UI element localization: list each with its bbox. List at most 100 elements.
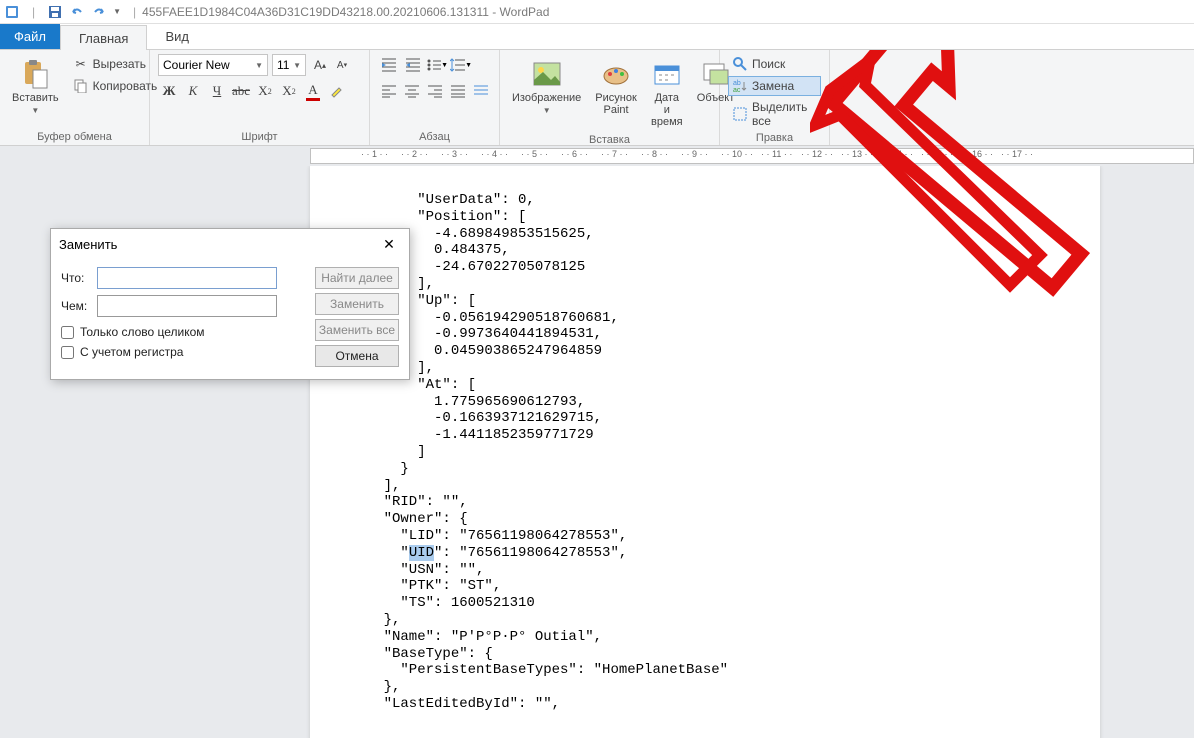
qat-separator-2: |	[133, 5, 136, 19]
paste-dropdown-icon: ▼	[31, 106, 39, 115]
dialog-title: Заменить	[59, 237, 117, 252]
ribbon: Вставить ▼ ✂ Вырезать Копировать Буфер о…	[0, 50, 1194, 146]
datetime-button[interactable]: Дата и время	[647, 54, 687, 132]
title-bar: | ▼ | 455FAEE1D1984C04A36D31C19DD43218.0…	[0, 0, 1194, 24]
ruler-mark: · · 5 · ·	[521, 149, 548, 159]
dialog-close-button[interactable]: ✕	[377, 232, 401, 256]
replace-with-input[interactable]	[97, 295, 277, 317]
selectall-icon	[732, 106, 748, 122]
replace-label: Замена	[752, 79, 794, 93]
file-tab[interactable]: Файл	[0, 24, 60, 49]
font-name-value: Courier New	[163, 58, 230, 72]
cut-button[interactable]: ✂ Вырезать	[69, 54, 162, 74]
align-left-button[interactable]	[378, 80, 399, 102]
increase-indent-button[interactable]	[402, 54, 424, 76]
paste-button[interactable]: Вставить ▼	[8, 54, 63, 119]
bold-button[interactable]: Ж	[158, 80, 180, 102]
bullets-button[interactable]: ▼	[426, 54, 448, 76]
whole-word-checkbox[interactable]	[61, 326, 74, 339]
replace-with-label: Чем:	[61, 299, 97, 313]
ruler-mark: · · 15 · ·	[921, 149, 953, 159]
find-what-label: Что:	[61, 271, 97, 285]
align-right-button[interactable]	[424, 80, 445, 102]
ruler-mark: · · 2 · ·	[401, 149, 428, 159]
paint-icon	[600, 58, 632, 90]
ruler-mark: · · 4 · ·	[481, 149, 508, 159]
document-text[interactable]: "UserData": 0, "Position": [ -4.68984985…	[350, 192, 1060, 713]
paint-button[interactable]: Рисунок Paint	[591, 54, 641, 120]
cancel-button[interactable]: Отмена	[315, 345, 399, 367]
copy-button[interactable]: Копировать	[69, 76, 162, 96]
find-label: Поиск	[752, 57, 785, 71]
ruler-mark: · · 10 · ·	[721, 149, 753, 159]
align-center-button[interactable]	[401, 80, 422, 102]
ruler-mark: · · 16 · ·	[961, 149, 993, 159]
ruler-mark: · · 12 · ·	[801, 149, 833, 159]
grow-font-button[interactable]: A▴	[310, 54, 330, 76]
find-next-button[interactable]: Найти далее	[315, 267, 399, 289]
line-spacing-button[interactable]: ▼	[450, 54, 472, 76]
font-size-value: 11	[277, 58, 289, 72]
save-icon[interactable]	[47, 4, 63, 20]
decrease-indent-button[interactable]	[378, 54, 400, 76]
paint-label: Рисунок Paint	[595, 92, 637, 116]
paste-label: Вставить	[12, 92, 59, 104]
font-color-button[interactable]: A	[302, 80, 324, 102]
whole-word-label: Только слово целиком	[80, 325, 205, 339]
svg-text:ab: ab	[733, 80, 741, 87]
ruler-mark: · · 9 · ·	[681, 149, 708, 159]
undo-icon[interactable]	[69, 4, 85, 20]
dialog-titlebar[interactable]: Заменить ✕	[51, 229, 409, 259]
replace-all-button[interactable]: Заменить все	[315, 319, 399, 341]
home-tab[interactable]: Главная	[60, 25, 147, 50]
ruler-mark: · · 14 · ·	[881, 149, 913, 159]
paragraph-group: ▼ ▼ Абзац	[370, 50, 500, 145]
paste-icon	[19, 58, 51, 90]
replace-dialog: Заменить ✕ Что: Чем: Только слово целико…	[50, 228, 410, 380]
underline-button[interactable]: Ч	[206, 80, 228, 102]
page[interactable]: "UserData": 0, "Position": [ -4.68984985…	[310, 166, 1100, 738]
cut-label: Вырезать	[93, 57, 146, 71]
replace-one-button[interactable]: Заменить	[315, 293, 399, 315]
font-color-swatch	[306, 98, 320, 101]
replace-icon: abac	[732, 78, 748, 94]
insert-title: Вставка	[508, 132, 711, 146]
find-what-input[interactable]	[97, 267, 277, 289]
selectall-label: Выделить все	[752, 100, 817, 128]
ribbon-tabs: Файл Главная Вид	[0, 24, 1194, 50]
subscript-button[interactable]: X2	[254, 80, 276, 102]
find-button[interactable]: Поиск	[728, 54, 821, 74]
copy-icon	[73, 78, 89, 94]
ruler-mark: · · 7 · ·	[601, 149, 628, 159]
chevron-down-icon: ▼	[293, 61, 301, 70]
font-title: Шрифт	[158, 129, 361, 143]
chevron-down-icon: ▼	[255, 61, 263, 70]
selectall-button[interactable]: Выделить все	[728, 98, 821, 130]
find-icon	[732, 56, 748, 72]
ruler[interactable]: · · 3 · ·· · 2 · ·· · 1 · ·· · 1 · ·· · …	[310, 148, 1194, 164]
font-size-dropdown[interactable]: 11 ▼	[272, 54, 306, 76]
ruler-mark: · · 17 · ·	[1001, 149, 1033, 159]
cut-icon: ✂	[73, 56, 89, 72]
highlight-button[interactable]	[326, 80, 348, 102]
qat-dropdown-icon[interactable]: ▼	[113, 7, 121, 16]
replace-button[interactable]: abac Замена	[728, 76, 821, 96]
superscript-button[interactable]: X2	[278, 80, 300, 102]
strike-button[interactable]: abc	[230, 80, 252, 102]
italic-button[interactable]: К	[182, 80, 204, 102]
image-label: Изображение	[512, 92, 581, 104]
paragraph-dialog-button[interactable]	[470, 80, 491, 102]
clipboard-title: Буфер обмена	[8, 129, 141, 143]
qat-separator: |	[32, 5, 35, 19]
quick-access-toolbar: | ▼ |	[4, 4, 142, 20]
image-icon	[531, 58, 563, 90]
view-tab[interactable]: Вид	[147, 24, 208, 49]
svg-text:ac: ac	[733, 87, 741, 94]
match-case-checkbox[interactable]	[61, 346, 74, 359]
image-button[interactable]: Изображение ▼	[508, 54, 585, 119]
editing-title: Правка	[728, 130, 821, 144]
shrink-font-button[interactable]: A▾	[332, 54, 352, 76]
redo-icon[interactable]	[91, 4, 107, 20]
justify-button[interactable]	[447, 80, 468, 102]
font-name-dropdown[interactable]: Courier New ▼	[158, 54, 268, 76]
